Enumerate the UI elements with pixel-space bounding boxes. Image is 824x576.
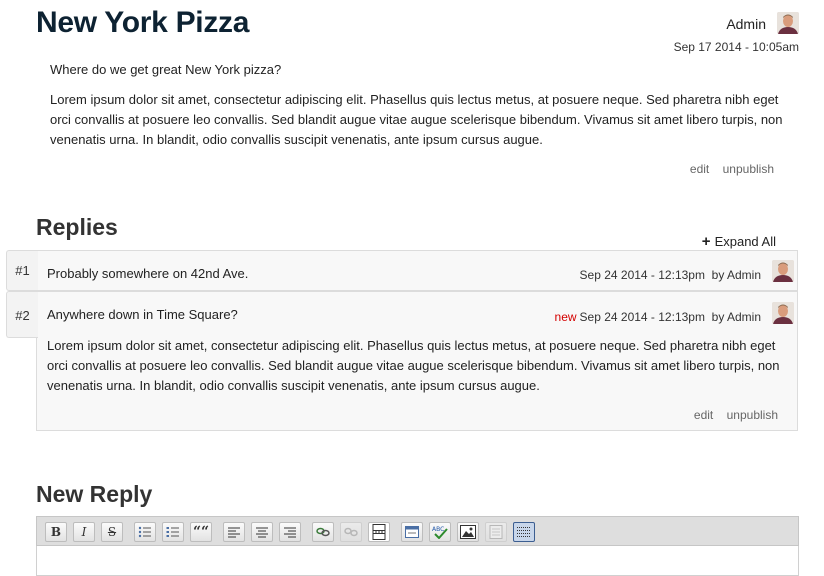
bold-icon[interactable]: B bbox=[45, 522, 67, 542]
topic-author-name[interactable]: Admin bbox=[726, 16, 766, 32]
edit-link[interactable]: edit bbox=[690, 162, 709, 176]
svg-text:ABC: ABC bbox=[432, 526, 444, 533]
new-reply-heading: New Reply bbox=[36, 481, 153, 507]
reply-date: Sep 24 2014 - 12:13pm bbox=[579, 268, 705, 282]
replies-heading: Replies bbox=[36, 214, 118, 240]
link-icon[interactable] bbox=[312, 522, 334, 542]
expand-all-button[interactable]: + Expand All bbox=[702, 233, 776, 250]
new-badge: new bbox=[554, 310, 577, 324]
reply-meta: Sep 24 2014 - 12:13pm by Admin bbox=[580, 268, 761, 282]
reply-author[interactable]: by Admin bbox=[712, 310, 761, 324]
image-icon[interactable] bbox=[457, 522, 479, 542]
italic-icon[interactable]: I bbox=[73, 522, 95, 542]
expand-all-label: Expand All bbox=[714, 234, 776, 249]
unpublish-link[interactable]: unpublish bbox=[727, 408, 778, 422]
bulleted-list-icon[interactable] bbox=[134, 522, 156, 542]
topic-question: Where do we get great New York pizza? bbox=[50, 62, 282, 77]
unpublish-link[interactable]: unpublish bbox=[723, 162, 774, 176]
unlink-icon[interactable] bbox=[340, 522, 362, 542]
spellcheck-icon[interactable]: ABC bbox=[429, 522, 451, 542]
author-avatar[interactable] bbox=[777, 12, 799, 34]
edit-link[interactable]: edit bbox=[694, 408, 713, 422]
reply-title[interactable]: Anywhere down in Time Square? bbox=[47, 307, 238, 322]
reply-author[interactable]: by Admin bbox=[712, 268, 761, 282]
numbered-list-icon[interactable] bbox=[162, 522, 184, 542]
reply-author-avatar[interactable] bbox=[772, 260, 794, 282]
align-center-icon[interactable] bbox=[251, 522, 273, 542]
topic-actions: edit unpublish bbox=[680, 162, 774, 176]
blockquote-icon[interactable]: ““ bbox=[190, 522, 212, 542]
topic-date: Sep 17 2014 - 10:05am bbox=[673, 40, 799, 54]
page-title: New York Pizza bbox=[36, 6, 250, 39]
page-break-icon[interactable] bbox=[368, 522, 390, 542]
reply-author-avatar[interactable] bbox=[772, 302, 794, 324]
reply-actions: edit unpublish bbox=[684, 408, 778, 422]
strikethrough-icon[interactable]: S bbox=[101, 522, 123, 542]
topic-body: Lorem ipsum dolor sit amet, consectetur … bbox=[50, 92, 783, 147]
plus-icon: + bbox=[701, 233, 711, 250]
reply-meta: new Sep 24 2014 - 12:13pm by Admin bbox=[555, 310, 761, 324]
reply-title[interactable]: Probably somewhere on 42nd Ave. bbox=[47, 266, 248, 281]
align-left-icon[interactable] bbox=[223, 522, 245, 542]
template-icon[interactable] bbox=[401, 522, 423, 542]
editor-toolbar: B I S ““ ABC bbox=[36, 516, 799, 546]
reply-number: #2 bbox=[6, 291, 38, 338]
reply-number: #1 bbox=[6, 250, 38, 291]
reply-date: Sep 24 2014 - 12:13pm bbox=[579, 310, 705, 324]
show-blocks-icon[interactable] bbox=[513, 522, 535, 542]
source-icon[interactable] bbox=[485, 522, 507, 542]
reply-editor-area[interactable] bbox=[36, 546, 799, 576]
reply-body: Lorem ipsum dolor sit amet, consectetur … bbox=[47, 338, 780, 393]
align-right-icon[interactable] bbox=[279, 522, 301, 542]
